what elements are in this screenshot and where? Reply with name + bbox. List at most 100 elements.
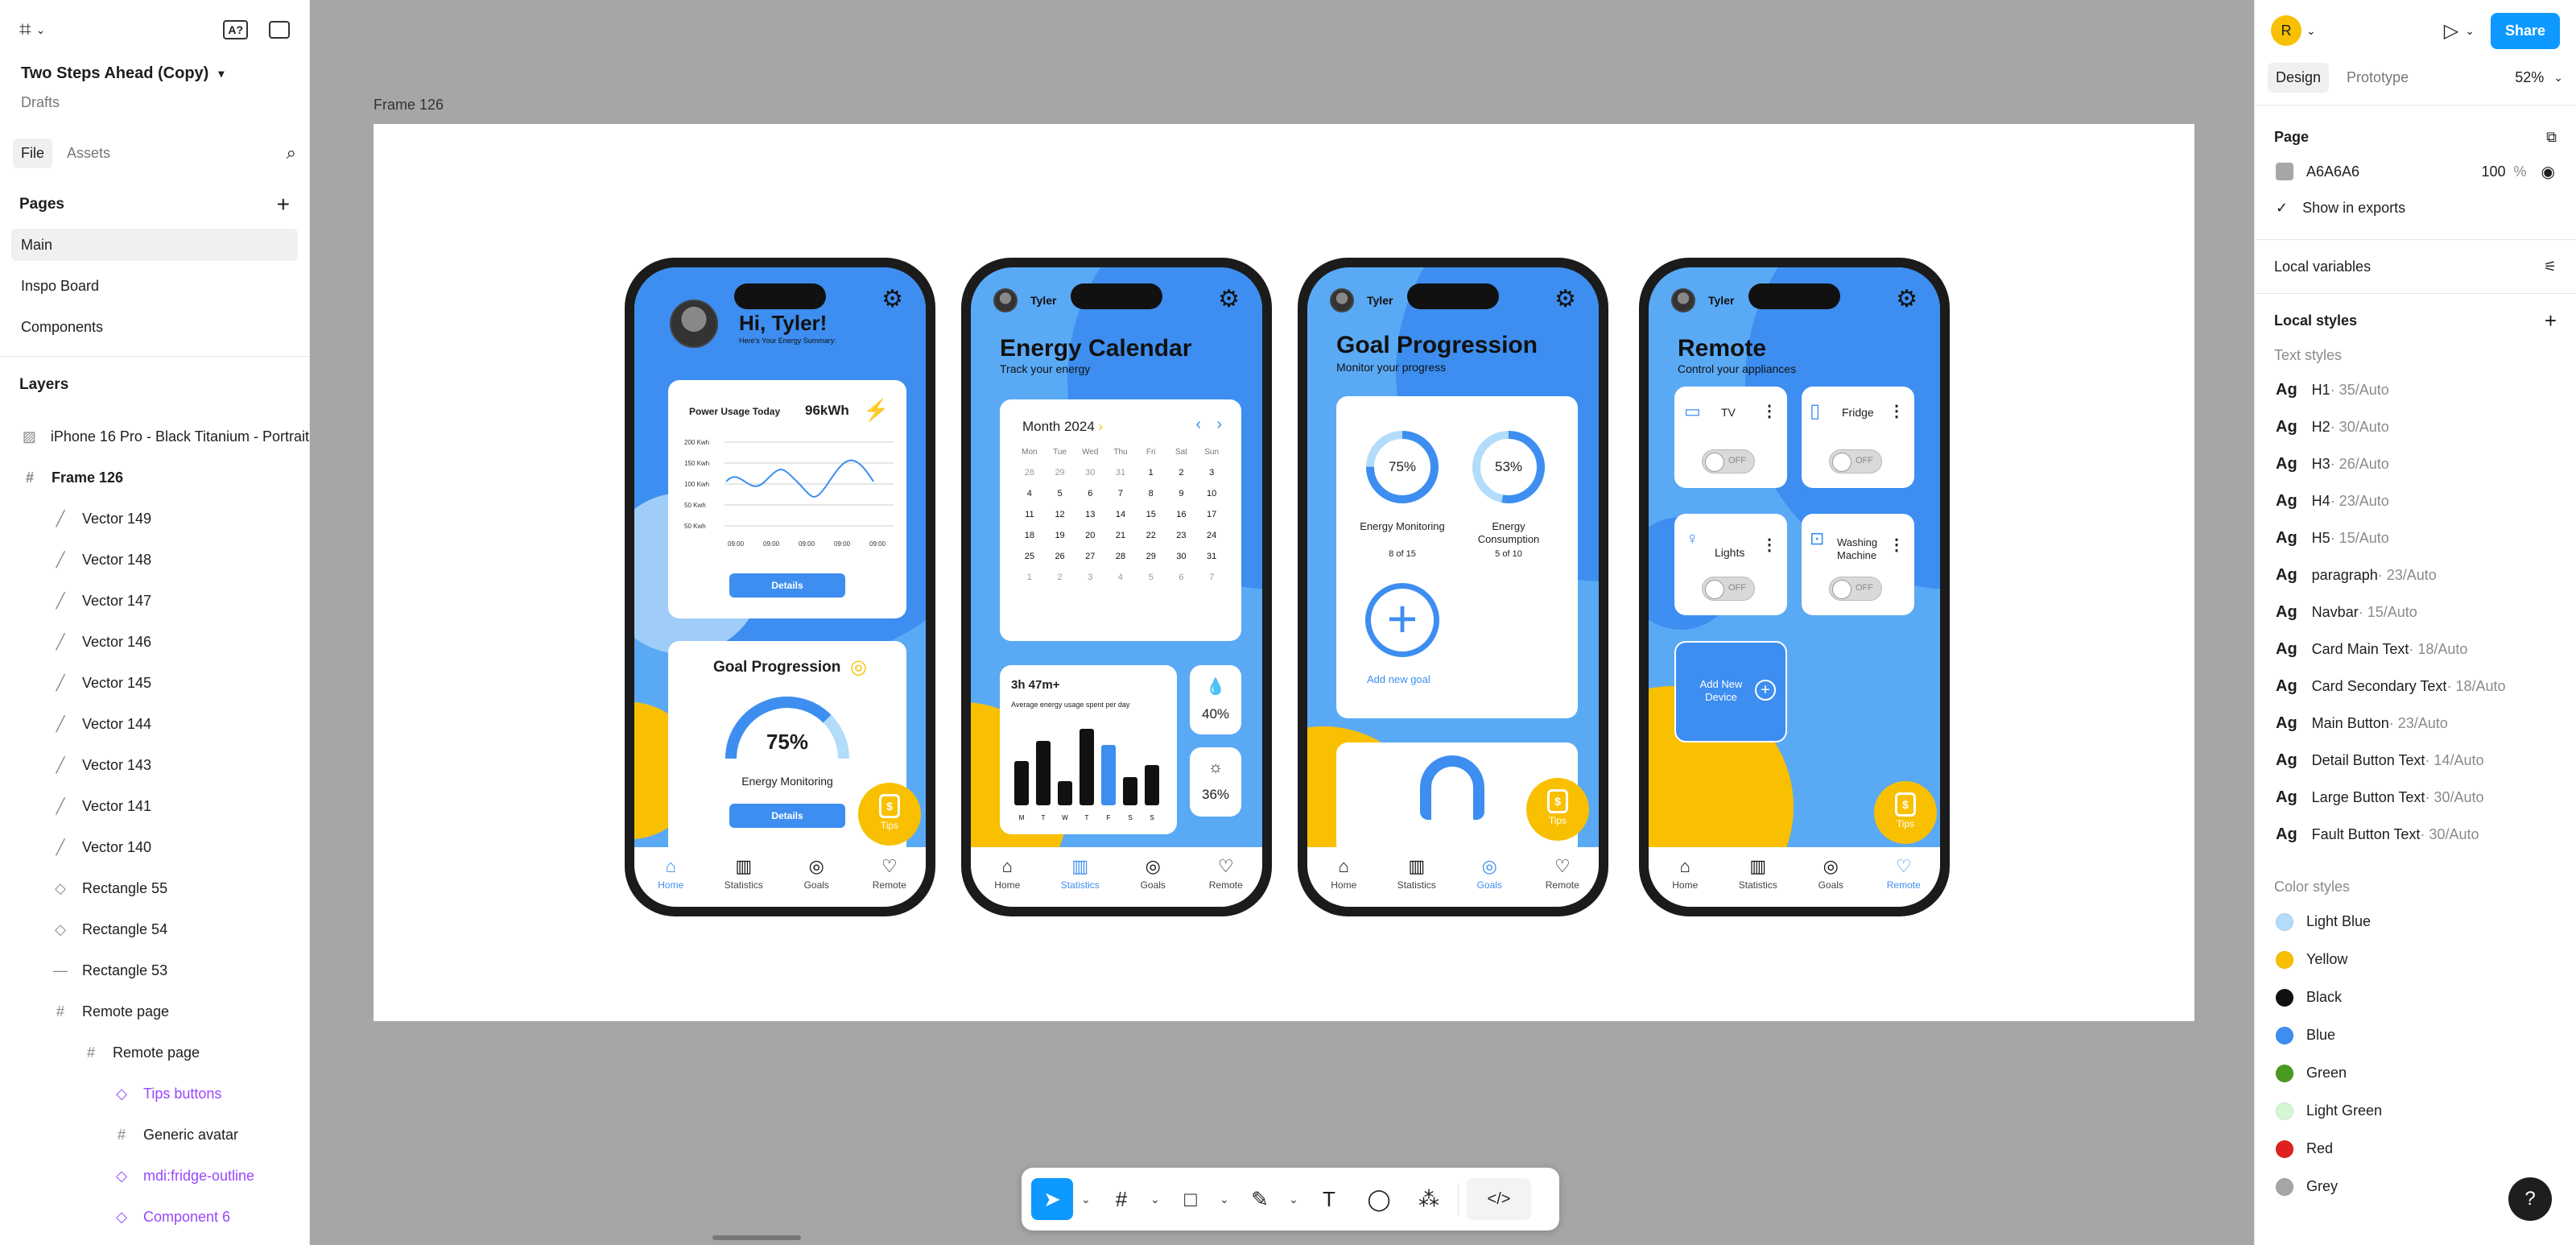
chevron-down-icon[interactable]: ⌄ [2553, 71, 2563, 85]
user-avatar[interactable]: R [2271, 15, 2301, 46]
nav-statistics[interactable]: ▥ Statistics [1052, 857, 1108, 891]
settings-gear-icon[interactable]: ⚙ [1896, 285, 1918, 313]
layer-row[interactable]: ╱ Vector 146 [0, 622, 309, 663]
chevron-down-icon[interactable]: ⌄ [36, 23, 46, 37]
layer-row[interactable]: ╱ Vector 145 [0, 663, 309, 704]
calendar-day[interactable]: 1 [1014, 573, 1045, 582]
text-style-item[interactable]: Ag Large Button Text · 30/Auto [2255, 779, 2576, 816]
calendar-day[interactable]: 16 [1166, 510, 1197, 519]
calendar-day[interactable]: 3 [1196, 468, 1227, 478]
nav-remote[interactable]: ♡ Remote [1198, 857, 1254, 891]
page-item-main[interactable]: Main [11, 229, 298, 261]
user-header[interactable]: Tyler [1330, 288, 1393, 312]
add-style-icon[interactable]: + [2545, 308, 2557, 333]
nav-goals[interactable]: ◎ Goals [1125, 857, 1181, 891]
chevron-down-icon[interactable]: ⌄ [1150, 1193, 1162, 1206]
device-toggle[interactable]: OFF [1702, 577, 1755, 601]
device-card-tv[interactable]: ▭ TV ⋮ OFF [1674, 387, 1787, 488]
tab-prototype[interactable]: Prototype [2339, 63, 2417, 93]
eye-icon[interactable]: ◉ [2541, 162, 2555, 182]
text-style-item[interactable]: Ag Navbar · 15/Auto [2255, 594, 2576, 631]
month-label[interactable]: Month 2024 › [1022, 419, 1103, 435]
calendar-card[interactable]: Month 2024 › ‹ › Mon Tue Wed Thu Fri Sat Sun 28… [1000, 399, 1241, 641]
more-vertical-icon[interactable]: ⋮ [1889, 535, 1905, 555]
calendar-day[interactable]: 6 [1166, 573, 1197, 582]
water-stat-card[interactable]: 💧 40% [1190, 665, 1241, 734]
chevron-down-icon[interactable]: ⌄ [2465, 24, 2475, 38]
calendar-day[interactable]: 2 [1045, 573, 1075, 582]
calendar-day[interactable]: 21 [1105, 531, 1136, 540]
text-style-item[interactable]: Ag Detail Button Text · 14/Auto [2255, 742, 2576, 779]
layer-row[interactable]: # Remote page [0, 1032, 309, 1073]
next-month-icon[interactable]: › [1216, 416, 1222, 434]
calendar-day[interactable]: 15 [1136, 510, 1166, 519]
layer-row[interactable]: ╱ Vector 140 [0, 827, 309, 868]
calendar-day[interactable]: 29 [1045, 468, 1075, 478]
calendar-day[interactable]: 7 [1196, 573, 1227, 582]
calendar-day[interactable]: 2 [1166, 468, 1197, 478]
text-style-item[interactable]: Ag Card Main Text · 18/Auto [2255, 631, 2576, 668]
share-button[interactable]: Share [2490, 12, 2560, 49]
nav-home[interactable]: ⌂ Home [979, 857, 1035, 891]
phone-goals[interactable]: Tyler ⚙ Goal Progression Monitor your pr… [1298, 258, 1608, 916]
add-device-card[interactable]: Add New Device + [1674, 641, 1787, 742]
layer-row[interactable]: ╱ Vector 149 [0, 498, 309, 540]
calendar-day[interactable]: 18 [1014, 531, 1045, 540]
layer-row[interactable]: ╱ Vector 143 [0, 745, 309, 786]
calendar-day[interactable]: 30 [1075, 468, 1105, 478]
search-icon[interactable]: ⌕ [287, 143, 296, 163]
nav-remote[interactable]: ♡ Remote [1534, 857, 1591, 891]
text-tool-icon[interactable]: T [1308, 1178, 1350, 1220]
nav-remote[interactable]: ♡ Remote [861, 857, 918, 891]
layer-row[interactable]: ▨ iPhone 16 Pro - Black Titanium - Portra… [0, 416, 309, 457]
chevron-down-icon[interactable]: ⌄ [1220, 1193, 1231, 1206]
nav-home[interactable]: ⌂ Home [1315, 857, 1372, 891]
more-vertical-icon[interactable]: ⋮ [1761, 401, 1777, 421]
nav-home[interactable]: ⌂ Home [642, 857, 699, 891]
phone-statistics[interactable]: Tyler ⚙ Energy Calendar Track your energ… [961, 258, 1272, 916]
calendar-day[interactable]: 27 [1075, 552, 1105, 561]
calendar-day[interactable]: 20 [1075, 531, 1105, 540]
power-usage-card[interactable]: Power Usage Today 96kWh ⚡ 200 Kwh 150 Kw… [668, 380, 906, 618]
calendar-day[interactable]: 8 [1136, 489, 1166, 498]
calendar-day[interactable]: 9 [1166, 489, 1197, 498]
calendar-day[interactable]: 31 [1196, 552, 1227, 561]
nav-remote[interactable]: ♡ Remote [1876, 857, 1932, 891]
details-button[interactable]: Details [729, 804, 845, 828]
sidebar-toggle-icon[interactable] [269, 21, 290, 39]
calendar-day[interactable]: 28 [1014, 468, 1045, 478]
tips-button[interactable]: $ Tips [858, 783, 921, 846]
pen-tool-icon[interactable]: ✎ [1239, 1178, 1281, 1220]
details-button[interactable]: Details [729, 573, 845, 598]
color-style-item[interactable]: Yellow [2255, 941, 2576, 978]
nav-statistics[interactable]: ▥ Statistics [1389, 857, 1445, 891]
usage-bar-card[interactable]: 3h 47m+ Average energy usage spent per d… [1000, 665, 1177, 834]
actions-tool-icon[interactable]: ⁂ [1408, 1178, 1450, 1220]
frame-126[interactable]: Hi, Tyler! Here's Your Energy Summary: ⚙… [374, 124, 2194, 1021]
horizontal-scrollbar[interactable] [712, 1235, 801, 1240]
layer-row[interactable]: ╱ Vector 147 [0, 581, 309, 622]
settings-gear-icon[interactable]: ⚙ [881, 285, 903, 313]
calendar-day[interactable]: 10 [1196, 489, 1227, 498]
calendar-day[interactable]: 22 [1136, 531, 1166, 540]
layer-row[interactable]: — Rectangle 53 [0, 950, 309, 991]
device-toggle[interactable]: OFF [1829, 577, 1882, 601]
text-style-item[interactable]: Ag H1 · 35/Auto [2255, 371, 2576, 408]
page-item-inspo-board[interactable]: Inspo Board [11, 270, 298, 302]
calendar-day[interactable]: 28 [1105, 552, 1136, 561]
calendar-day[interactable]: 4 [1014, 489, 1045, 498]
settings-gear-icon[interactable]: ⚙ [1218, 285, 1240, 313]
frame-tool-icon[interactable]: # [1100, 1178, 1142, 1220]
calendar-day[interactable]: 29 [1136, 552, 1166, 561]
more-vertical-icon[interactable]: ⋮ [1761, 535, 1777, 555]
checkbox-checked-icon[interactable]: ✓ [2276, 200, 2288, 217]
text-style-item[interactable]: Ag Fault Button Text · 30/Auto [2255, 816, 2576, 853]
nav-home[interactable]: ⌂ Home [1657, 857, 1713, 891]
layer-row[interactable]: ◇ mdi:fridge-outline [0, 1156, 309, 1197]
calendar-day[interactable]: 30 [1166, 552, 1197, 561]
zoom-level[interactable]: 52% [2515, 69, 2544, 86]
device-card-fridge[interactable]: ▯ Fridge ⋮ OFF [1802, 387, 1914, 488]
move-tool-icon[interactable]: ➤ [1031, 1178, 1073, 1220]
calendar-day[interactable]: 5 [1136, 573, 1166, 582]
phone-home[interactable]: Hi, Tyler! Here's Your Energy Summary: ⚙… [625, 258, 935, 916]
